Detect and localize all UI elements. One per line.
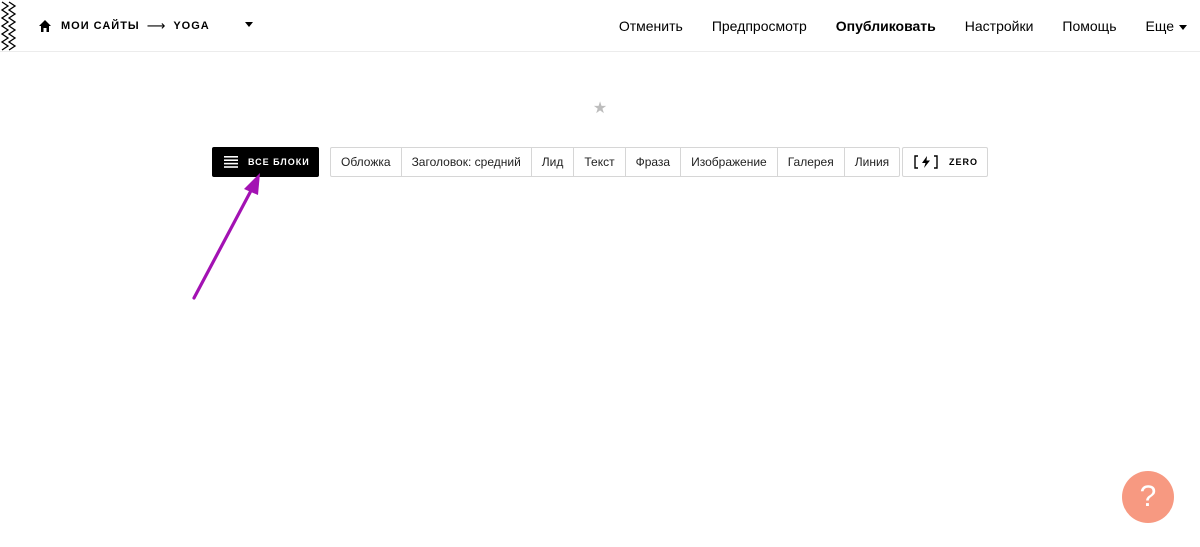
top-menu: Отменить Предпросмотр Опубликовать Настр… <box>590 0 1187 52</box>
help-button[interactable]: ? <box>1122 471 1174 523</box>
annotation-arrow-icon <box>192 173 260 300</box>
block-type-image[interactable]: Изображение <box>681 148 778 176</box>
block-type-text[interactable]: Текст <box>574 148 626 176</box>
breadcrumb-root[interactable]: МОИ САЙТЫ <box>61 20 140 32</box>
block-type-lead[interactable]: Лид <box>532 148 575 176</box>
settings-button[interactable]: Настройки <box>965 18 1034 34</box>
preview-button[interactable]: Предпросмотр <box>712 18 807 34</box>
breadcrumb: МОИ САЙТЫ ⟶ YOGA <box>38 17 210 35</box>
block-type-heading-medium[interactable]: Заголовок: средний <box>402 148 532 176</box>
zero-block-icon <box>914 155 938 169</box>
block-type-bar: Обложка Заголовок: средний Лид Текст Фра… <box>330 147 901 177</box>
top-bar: МОИ САЙТЫ ⟶ YOGA Отменить Предпросмотр О… <box>0 0 1200 52</box>
home-icon[interactable] <box>38 19 52 33</box>
more-menu-label: Еще <box>1145 18 1175 34</box>
zero-label: ZERO <box>949 157 979 167</box>
undo-button[interactable]: Отменить <box>619 18 683 34</box>
chevron-down-icon <box>1179 24 1187 30</box>
site-dropdown-caret-icon[interactable] <box>245 22 253 27</box>
help-menu-button[interactable]: Помощь <box>1062 18 1116 34</box>
block-type-cover[interactable]: Обложка <box>331 148 402 176</box>
more-menu-button[interactable]: Еще <box>1145 18 1187 34</box>
block-type-line[interactable]: Линия <box>845 148 899 176</box>
publish-button[interactable]: Опубликовать <box>836 18 936 34</box>
breadcrumb-separator: ⟶ <box>146 18 167 33</box>
zero-block-button[interactable]: ZERO <box>902 147 988 177</box>
breadcrumb-site[interactable]: YOGA <box>173 20 209 32</box>
block-type-phrase[interactable]: Фраза <box>626 148 682 176</box>
star-icon[interactable]: ★ <box>592 100 608 118</box>
logo-zigzag-icon[interactable] <box>0 0 18 52</box>
block-type-gallery[interactable]: Галерея <box>778 148 845 176</box>
editor-page: МОИ САЙТЫ ⟶ YOGA Отменить Предпросмотр О… <box>0 0 1200 547</box>
